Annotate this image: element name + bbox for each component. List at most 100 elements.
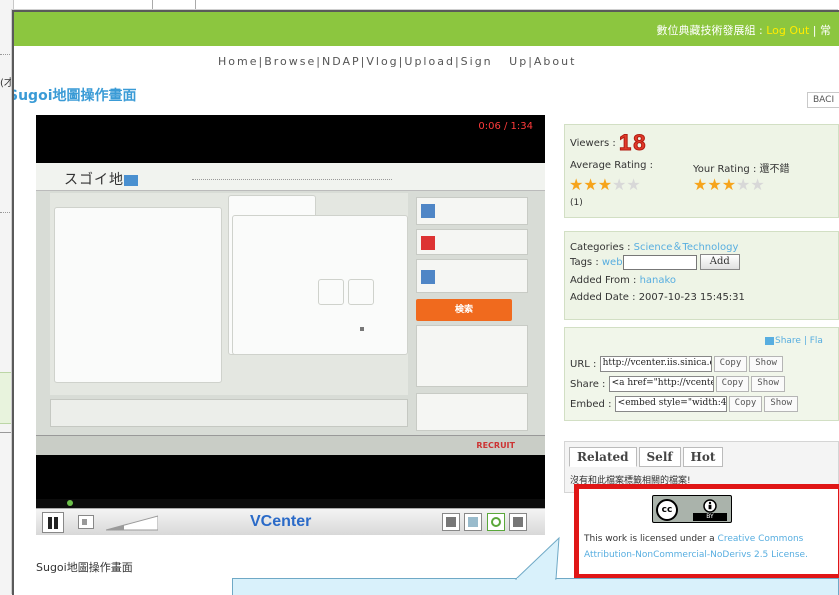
nav-about[interactable]: About <box>534 55 577 68</box>
share-label: Share : <box>570 379 606 390</box>
volume-wedge-icon <box>106 515 158 531</box>
cc-license-badge[interactable]: cc BY <box>652 495 732 523</box>
show-share-button[interactable]: Show <box>751 376 785 392</box>
star-filled-icon[interactable]: ★ <box>693 175 707 194</box>
copy-embed-button[interactable]: Copy <box>728 396 763 412</box>
license-highlight: cc BY This work is licensed under a Crea… <box>574 484 839 579</box>
share-field[interactable]: <a href="http://vcenter.iis.si <box>608 376 714 392</box>
attribution-icon <box>703 499 717 513</box>
main-nav: Home|Browse|NDAP|Vlog|Upload|Sign Up|Abo… <box>14 55 839 68</box>
star-empty-icon[interactable]: ★ <box>750 175 764 194</box>
tab-self[interactable]: Self <box>638 447 681 467</box>
nav-upload[interactable]: Upload <box>404 55 455 68</box>
added-from-row: Added From : hanako <box>570 275 676 286</box>
added-date-value: 2007-10-23 15:45:31 <box>638 292 745 303</box>
video-sidebar-list <box>416 325 528 387</box>
added-from-label: Added From : <box>570 275 637 286</box>
license-text: This work is licensed under a Creative C… <box>584 531 808 563</box>
map-tile <box>348 279 374 305</box>
separator: | <box>809 24 820 37</box>
timecode: 0:06 / 1:34 <box>478 121 533 132</box>
embed-row: Embed : <embed style="width:480pxCopySho… <box>570 396 799 412</box>
categories-row: Categories : Science＆Technology <box>570 238 738 253</box>
share-links[interactable]: Share | Fla <box>765 336 823 346</box>
fullscreen-icon[interactable] <box>464 513 482 531</box>
map-cursor-icon <box>360 327 364 331</box>
video-tile-strip <box>50 399 408 427</box>
username: 數位典藏技術發展組 <box>656 24 756 37</box>
nav-browse[interactable]: Browse <box>264 55 316 68</box>
video-player[interactable]: 0:06 / 1:34 スゴイ地 検索 RECRUIT VCenter <box>36 115 545 535</box>
logo-mark-icon <box>124 174 138 186</box>
nav-vlog[interactable]: Vlog <box>366 55 398 68</box>
url-field[interactable]: http://vcenter.iis.sinica.edu.t <box>599 356 712 372</box>
video-site-footer: RECRUIT <box>36 435 545 455</box>
video-sidebar-panel <box>416 197 528 225</box>
star-filled-icon: ★ <box>569 175 584 194</box>
popout-icon[interactable] <box>509 513 527 531</box>
viewers-count: 18 <box>618 130 648 156</box>
keyword-icon <box>421 236 435 250</box>
viewers-stat: Viewers : 18 <box>570 130 647 156</box>
overflow-text: 常 <box>820 24 831 37</box>
star-empty-icon[interactable]: ★ <box>736 175 750 194</box>
embed-label: Embed : <box>570 399 612 410</box>
creative-commons-link[interactable]: Creative Commons <box>718 534 804 544</box>
video-site-logo: スゴイ地 <box>64 169 138 189</box>
progress-handle[interactable] <box>67 500 73 506</box>
volume-icon[interactable] <box>78 515 94 529</box>
map-tile <box>318 279 344 305</box>
video-site-toolbar <box>192 172 392 180</box>
copy-share-button[interactable]: Copy <box>715 376 750 392</box>
share-panel: Share | Fla URL : http://vcenter.iis.sin… <box>564 327 839 421</box>
settings-icon[interactable] <box>442 513 460 531</box>
video-sidebar-list <box>416 393 528 431</box>
license-name-link[interactable]: Attribution-NonCommercial-NoDerivs 2.5 L… <box>584 550 808 560</box>
show-url-button[interactable]: Show <box>749 356 783 372</box>
share-row: Share : <a href="http://vcenter.iis.siCo… <box>570 376 785 392</box>
star-filled-icon: ★ <box>583 175 598 194</box>
video-site-header: スゴイ地 <box>36 163 545 191</box>
clock-icon[interactable] <box>487 513 505 531</box>
pause-button[interactable] <box>42 512 64 533</box>
video-frame[interactable]: スゴイ地 検索 RECRUIT <box>36 163 545 455</box>
viewers-label: Viewers : <box>570 138 616 149</box>
tag-link[interactable]: web <box>602 257 623 268</box>
logout-link[interactable]: Log Out <box>766 24 809 37</box>
related-tabs: Related Self Hot <box>569 446 725 467</box>
added-date-label: Added Date : <box>570 292 636 303</box>
nav-signup[interactable]: Sign Up <box>461 55 529 68</box>
share-icon <box>765 336 774 345</box>
details-panel: Categories : Science＆Technology Tags : w… <box>564 231 839 320</box>
nav-home[interactable]: Home <box>218 55 258 68</box>
uploader-link[interactable]: hanako <box>640 275 676 286</box>
video-footer-brand: RECRUIT <box>476 441 515 450</box>
map-tile <box>54 207 222 383</box>
tag-input[interactable] <box>622 254 697 270</box>
show-embed-button[interactable]: Show <box>764 396 799 412</box>
tab-related[interactable]: Related <box>569 447 637 467</box>
user-bar: 數位典藏技術發展組 : Log Out | 常 <box>657 22 832 38</box>
nav-ndap[interactable]: NDAP <box>322 55 361 68</box>
star-filled-icon[interactable]: ★ <box>722 175 736 194</box>
category-link[interactable]: Science＆Technology <box>634 242 739 253</box>
screenshot-root: (才 數位典藏技術發展組 : Log Out | 常 Home|Browse|N… <box>0 0 839 595</box>
video-map-area <box>50 193 408 395</box>
your-rating-stars[interactable]: ★★★★★ <box>693 175 765 194</box>
player-brand: VCenter <box>250 513 312 530</box>
add-tag-button[interactable]: Add <box>699 254 740 270</box>
tags-row: Tags : web Add <box>570 254 740 270</box>
back-button[interactable]: BACI <box>807 92 839 108</box>
star-filled-icon[interactable]: ★ <box>707 175 721 194</box>
average-rating-stars: ★★★★★ <box>569 175 641 194</box>
map-icon <box>421 204 435 218</box>
added-date-row: Added Date : 2007-10-23 15:45:31 <box>570 292 745 303</box>
tab-hot[interactable]: Hot <box>682 447 724 467</box>
share-links-text[interactable]: Share | Fla <box>775 336 823 346</box>
volume-slider[interactable] <box>106 515 158 531</box>
progress-bar[interactable] <box>36 499 545 508</box>
embed-field[interactable]: <embed style="width:480px <box>614 396 727 412</box>
copy-url-button[interactable]: Copy <box>713 356 748 372</box>
separator: : <box>755 24 767 37</box>
average-rating-label: Average Rating : <box>570 160 654 171</box>
